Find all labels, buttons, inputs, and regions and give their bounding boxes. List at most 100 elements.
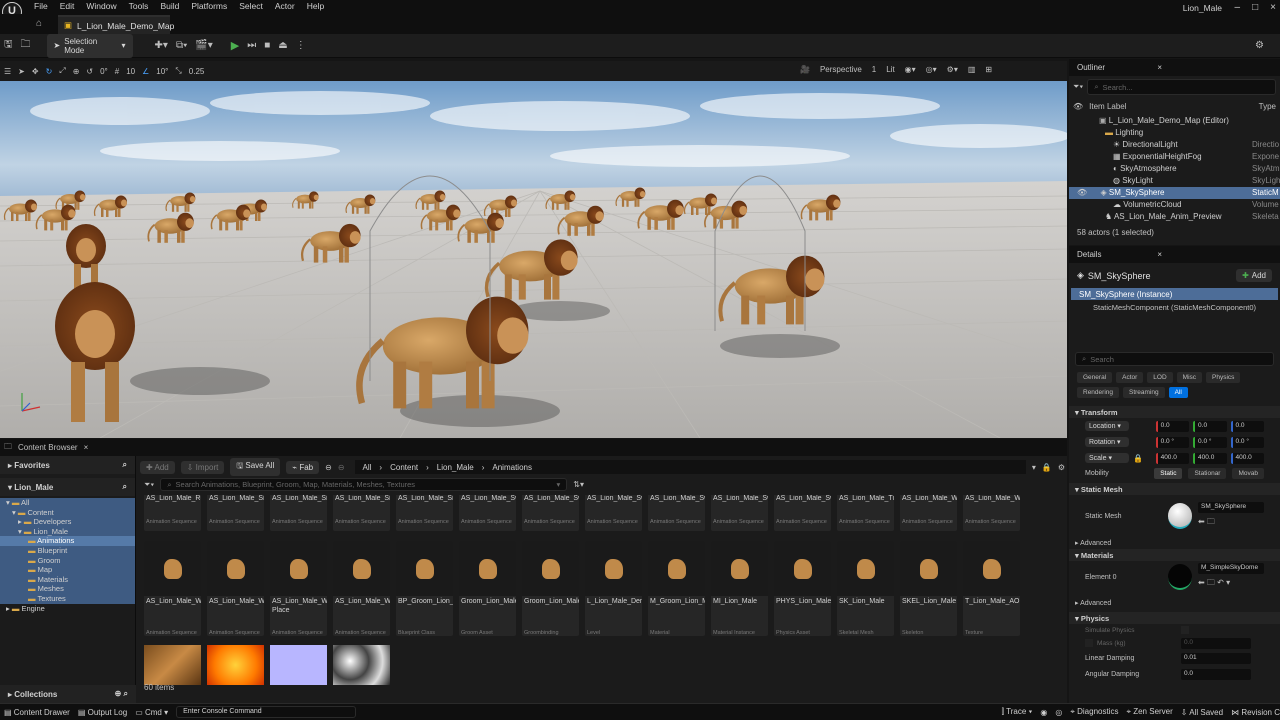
menu-tools[interactable]: Tools	[129, 1, 149, 11]
project-header[interactable]: ▾ Lion_Male ⌕	[0, 478, 135, 496]
col-item-label[interactable]: Item Label	[1089, 102, 1126, 111]
asset-tile[interactable]: AS_Lion_Male_Walk_Right_RM Animation Sequ…	[333, 541, 390, 636]
folder-item-selected[interactable]: ▬ Animations	[0, 536, 135, 546]
filter-streaming[interactable]: Streaming	[1123, 387, 1165, 398]
mobility-movable[interactable]: Movab	[1232, 467, 1264, 479]
add-button[interactable]: ✚ Add	[140, 460, 175, 474]
static-mesh-picker[interactable]: SM_SkySphere	[1198, 502, 1264, 513]
asset-tile[interactable]: MI_Lion_Male Material Instance	[711, 541, 768, 636]
folder-item[interactable]: ▬ Textures	[0, 594, 135, 604]
settings-icon[interactable]: ⚙	[1255, 40, 1264, 51]
breadcrumb-all[interactable]: All	[363, 463, 372, 472]
collections-add-icon[interactable]: ⊕ ⌕	[115, 689, 128, 699]
asset-tile[interactable]: AS_Lion_Male_Sitting Animation Sequence	[396, 495, 453, 531]
folder-item[interactable]: ▾ ▬ Content	[0, 508, 135, 518]
save-status[interactable]: ⇩ All Saved	[1181, 708, 1223, 717]
rotate-tool-icon[interactable]: ↻	[46, 67, 53, 76]
outliner-row[interactable]: ♞ AS_Lion_Male_Anim_Preview Skeleta	[1069, 211, 1280, 223]
angle-snap-icon[interactable]: ∠	[142, 67, 149, 76]
diagnostics-button[interactable]: ⌖ Diagnostics	[1070, 707, 1118, 717]
scale-snap-value[interactable]: 0.25	[189, 67, 205, 76]
menu-window[interactable]: Window	[86, 1, 116, 11]
filter-rendering[interactable]: Rendering	[1077, 387, 1119, 398]
asset-tile[interactable]: AS_Lion_Male_Swim_All_RM Animation Sequen…	[459, 495, 516, 531]
collections-header[interactable]: ▸ Collections ⊕ ⌕	[0, 685, 136, 703]
folder-item[interactable]: ▬ Map	[0, 565, 135, 575]
folder-item[interactable]: ▸ ▬ Developers	[0, 517, 135, 527]
menu-file[interactable]: File	[34, 1, 48, 11]
asset-thumbnail-texture[interactable]	[333, 645, 390, 685]
save-all-button[interactable]: 🖫 Save All	[230, 458, 281, 476]
cmd-dropdown[interactable]: ▭ Cmd ▾	[135, 708, 168, 717]
folder-item[interactable]: ▬ Meshes	[0, 584, 135, 594]
close-details-icon[interactable]: ×	[1157, 250, 1162, 259]
breadcrumb-animations[interactable]: Animations	[492, 463, 532, 472]
blueprint-icon[interactable]: ⧉▾	[176, 40, 187, 51]
asset-thumbnail-texture[interactable]	[270, 645, 327, 685]
asset-tile[interactable]: L_Lion_Male_Demo_Map Level	[585, 541, 642, 636]
outliner-row[interactable]: ◍ SkyLight SkyLigh	[1069, 175, 1280, 187]
section-physics[interactable]: ▾ Physics	[1069, 612, 1280, 624]
cinematics-icon[interactable]: 🎬▾	[195, 40, 212, 51]
simulate-checkbox[interactable]	[1181, 626, 1189, 634]
tab-map[interactable]: ▣ L_Lion_Male_Demo_Map	[58, 15, 174, 34]
scale-z[interactable]: 400.0	[1230, 452, 1264, 464]
search-icon[interactable]: ⌕	[123, 460, 127, 470]
asset-tile[interactable]: SKEL_Lion_Male Skeleton	[900, 541, 957, 636]
visibility-icon[interactable]: 👁	[1077, 188, 1087, 197]
asset-tile[interactable]: AS_Lion_Male_Sit_UP Animation Sequence	[333, 495, 390, 531]
step-icon[interactable]: ⏭	[247, 40, 256, 51]
fab-button[interactable]: ⌁ Fab	[286, 460, 320, 474]
viewport-options-icon[interactable]: ☰	[4, 67, 11, 76]
viewport-settings-icon[interactable]: ⚙▾	[947, 65, 958, 74]
rotation-dropdown[interactable]: Rotation ▾	[1085, 437, 1130, 447]
component-row[interactable]: StaticMeshComponent (StaticMeshComponent…	[1069, 300, 1280, 312]
asset-thumbnail-texture[interactable]	[144, 645, 201, 685]
asset-tile[interactable]: AS_Lion_Male_Run_Right_RM Animation Seque…	[144, 495, 201, 531]
outliner-row[interactable]: ☀ DirectionalLight Directio	[1069, 139, 1280, 151]
menu-build[interactable]: Build	[160, 1, 179, 11]
camera-speed[interactable]: 1	[872, 65, 876, 74]
save-icon[interactable]: 🖫	[4, 37, 13, 54]
lock-icon[interactable]: 🔒	[1042, 463, 1052, 472]
asset-thumbnail-texture[interactable]	[207, 645, 264, 685]
use-selected-icon[interactable]: ⬅ 🗀 ↶ ▾	[1198, 577, 1264, 591]
add-actor-icon[interactable]: ✚▾	[155, 40, 168, 51]
asset-tile[interactable]: BP_Groom_Lion_Male_Preview Blueprint Clas…	[396, 541, 453, 636]
visibility-icon[interactable]: 👁	[1073, 102, 1083, 111]
search-icon[interactable]: ⌕	[123, 482, 127, 492]
maximize-icon[interactable]: □	[1252, 2, 1258, 13]
mass-value[interactable]: 0.0	[1181, 637, 1251, 649]
more-options-icon[interactable]: ⋮	[296, 40, 306, 51]
selection-mode-dropdown[interactable]: ➤ Selection Mode ▾	[46, 33, 133, 58]
outliner-row[interactable]: ▣ L_Lion_Male_Demo_Map (Editor)	[1069, 115, 1280, 127]
menu-select[interactable]: Select	[239, 1, 263, 11]
folder-item[interactable]: ▾ ▬ All	[0, 498, 135, 508]
performance-icon[interactable]: ◎▾	[926, 65, 937, 74]
move-tool-icon[interactable]: ✥	[32, 67, 39, 76]
rotation-y[interactable]: 0.0 °	[1193, 436, 1227, 448]
asset-tile[interactable]: AS_Lion_Male_Walk_Backward_Inplace Animat…	[900, 495, 957, 531]
lock-icon[interactable]: 🔒	[1133, 454, 1151, 463]
favorites-header[interactable]: ▸ Favorites ⌕	[0, 456, 135, 474]
location-x[interactable]: 0.0	[1155, 420, 1190, 432]
dropdown-icon[interactable]: ▾	[1032, 463, 1036, 472]
col-type[interactable]: Type	[1259, 102, 1276, 111]
asset-tile[interactable]: AS_Lion_Male_Sit_Side_way Animation Seque…	[207, 495, 264, 531]
folder-item[interactable]: ▸ ▬ Engine	[0, 604, 135, 614]
asset-tile[interactable]: AS_Lion_Male_Walk_Left_RM Animation Seque…	[207, 541, 264, 636]
asset-tile[interactable]: AS_Lion_Male_Swim_Floating Animation Sequ…	[585, 495, 642, 531]
filter-actor[interactable]: Actor	[1116, 372, 1144, 383]
rotation-value[interactable]: 0°	[100, 67, 108, 76]
world-space-icon[interactable]: ⊕	[73, 67, 80, 76]
outliner-search-input[interactable]: ⌕ Search...	[1087, 79, 1276, 95]
add-component-button[interactable]: ✚ Add	[1236, 269, 1272, 282]
asset-tile[interactable]: T_Lion_Male_AO Texture	[963, 541, 1020, 636]
perspective-dropdown[interactable]: Perspective	[820, 65, 862, 74]
outliner-row-selected[interactable]: 👁 ◈ SM_SkySphere StaticM	[1069, 187, 1280, 199]
zen-server-button[interactable]: ⌖ Zen Server	[1126, 707, 1172, 717]
breadcrumb-content[interactable]: Content	[390, 463, 418, 472]
menu-platforms[interactable]: Platforms	[191, 1, 227, 11]
folder-item[interactable]: ▬ Materials	[0, 575, 135, 585]
outliner-row[interactable]: ▬ Lighting	[1069, 127, 1280, 139]
